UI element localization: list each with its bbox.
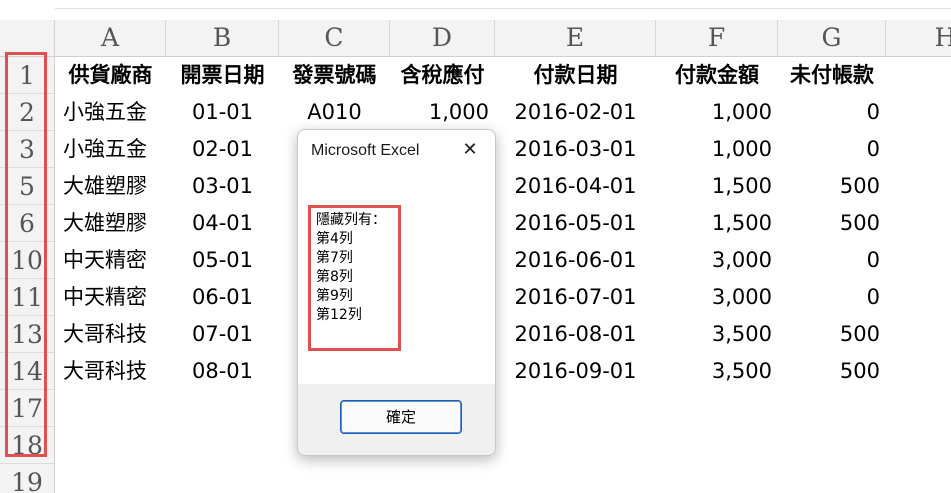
column-header-g[interactable]: G: [778, 20, 886, 56]
row-header-18[interactable]: 18: [0, 427, 54, 464]
table-cell[interactable]: 3,500: [656, 353, 778, 390]
header-cell[interactable]: 付款金額: [656, 57, 778, 94]
table-cell[interactable]: 1,000: [656, 131, 778, 168]
table-cell[interactable]: 1,500: [656, 205, 778, 242]
header-cell[interactable]: 發票號碼: [279, 57, 390, 94]
row-header-13[interactable]: 13: [0, 316, 54, 353]
ribbon-edge: [0, 0, 951, 20]
table-cell[interactable]: 01-01: [166, 94, 279, 131]
row-header-14[interactable]: 14: [0, 353, 54, 390]
table-cell[interactable]: 1,500: [656, 168, 778, 205]
row-header-17[interactable]: 17: [0, 390, 54, 427]
table-cell[interactable]: 中天精密: [55, 242, 166, 279]
message-line: 第4列: [316, 231, 353, 247]
table-cell[interactable]: 0: [778, 94, 886, 131]
table-cell[interactable]: 3,000: [656, 279, 778, 316]
table-cell[interactable]: 1,000: [656, 94, 778, 131]
select-all-corner[interactable]: [0, 20, 55, 57]
table-cell[interactable]: 500: [778, 316, 886, 353]
table-cell[interactable]: 大哥科技: [55, 316, 166, 353]
dialog-message: 隱藏列有： 第4列第7列第8列第9列第12列: [316, 211, 386, 325]
table-cell[interactable]: 04-01: [166, 205, 279, 242]
message-line: 第7列: [316, 250, 353, 266]
cell-grid: 供貨廠商 開票日期 發票號碼 含稅應付 付款日期 付款金額 未付帳款小強五金 01-01 A01…: [55, 57, 951, 493]
close-icon[interactable]: ✕: [459, 139, 481, 161]
table-cell[interactable]: 大雄塑膠: [55, 168, 166, 205]
table-cell[interactable]: A010: [279, 94, 390, 131]
table-cell[interactable]: 2016-07-01: [495, 279, 656, 316]
table-cell[interactable]: 1,000: [390, 94, 495, 131]
table-cell[interactable]: 06-01: [166, 279, 279, 316]
table-cell[interactable]: 07-01: [166, 316, 279, 353]
column-header-d[interactable]: D: [390, 20, 495, 56]
column-header-b[interactable]: B: [166, 20, 279, 56]
column-headers: ABCDEFGH: [55, 20, 951, 57]
header-cell[interactable]: 未付帳款: [778, 57, 886, 94]
header-cell[interactable]: 付款日期: [495, 57, 656, 94]
ribbon-divider: [55, 8, 951, 9]
table-cell[interactable]: 500: [778, 168, 886, 205]
table-cell[interactable]: 08-01: [166, 353, 279, 390]
table-cell[interactable]: 3,000: [656, 242, 778, 279]
row-header-6[interactable]: 6: [0, 205, 54, 242]
column-header-h[interactable]: H: [886, 20, 951, 56]
column-header-a[interactable]: A: [55, 20, 166, 56]
table-cell[interactable]: 2016-08-01: [495, 316, 656, 353]
message-line: 第12列: [316, 307, 362, 323]
table-cell[interactable]: 2016-04-01: [495, 168, 656, 205]
table-cell[interactable]: 2016-06-01: [495, 242, 656, 279]
row-header-5[interactable]: 5: [0, 168, 54, 205]
table-cell[interactable]: 02-01: [166, 131, 279, 168]
table-cell[interactable]: 500: [778, 353, 886, 390]
row-header-3[interactable]: 3: [0, 131, 54, 168]
table-cell[interactable]: 3,500: [656, 316, 778, 353]
row-header-19[interactable]: 19: [0, 464, 54, 493]
row-header-10[interactable]: 10: [0, 242, 54, 279]
header-cell[interactable]: 開票日期: [166, 57, 279, 94]
dialog-title: Microsoft Excel: [311, 142, 420, 159]
header-cell[interactable]: 含稅應付: [390, 57, 495, 94]
row-header-2[interactable]: 2: [0, 94, 54, 131]
column-header-f[interactable]: F: [656, 20, 778, 56]
table-cell[interactable]: 0: [778, 131, 886, 168]
table-cell[interactable]: 2016-09-01: [495, 353, 656, 390]
table-cell[interactable]: 0: [778, 279, 886, 316]
table-cell[interactable]: 2016-05-01: [495, 205, 656, 242]
message-line: 隱藏列有：: [316, 212, 386, 228]
table-cell[interactable]: 小強五金: [55, 94, 166, 131]
row-header-11[interactable]: 11: [0, 279, 54, 316]
column-header-e[interactable]: E: [495, 20, 656, 56]
dialog-footer: 確定: [298, 384, 495, 455]
row-headers: 1 2 3 5 6 10 11 13 14 17 18 19: [0, 57, 55, 493]
message-line: 第9列: [316, 288, 353, 304]
table-cell[interactable]: 2016-03-01: [495, 131, 656, 168]
header-cell[interactable]: 供貨廠商: [55, 57, 166, 94]
table-cell[interactable]: 03-01: [166, 168, 279, 205]
table-cell[interactable]: 2016-02-01: [495, 94, 656, 131]
table-cell[interactable]: 05-01: [166, 242, 279, 279]
message-line: 第8列: [316, 269, 353, 285]
column-header-c[interactable]: C: [279, 20, 390, 56]
table-cell[interactable]: 0: [778, 242, 886, 279]
table-cell[interactable]: 大哥科技: [55, 353, 166, 390]
ok-button[interactable]: 確定: [340, 400, 462, 434]
table-cell[interactable]: 大雄塑膠: [55, 205, 166, 242]
table-cell[interactable]: 小強五金: [55, 131, 166, 168]
dialog-body: 隱藏列有： 第4列第7列第8列第9列第12列: [298, 172, 495, 384]
table-cell[interactable]: 中天精密: [55, 279, 166, 316]
message-dialog: Microsoft Excel ✕ 隱藏列有： 第4列 第7列 第8列 第9列 第12列 …: [297, 129, 496, 456]
table-cell[interactable]: 500: [778, 205, 886, 242]
row-header-1[interactable]: 1: [0, 57, 54, 94]
